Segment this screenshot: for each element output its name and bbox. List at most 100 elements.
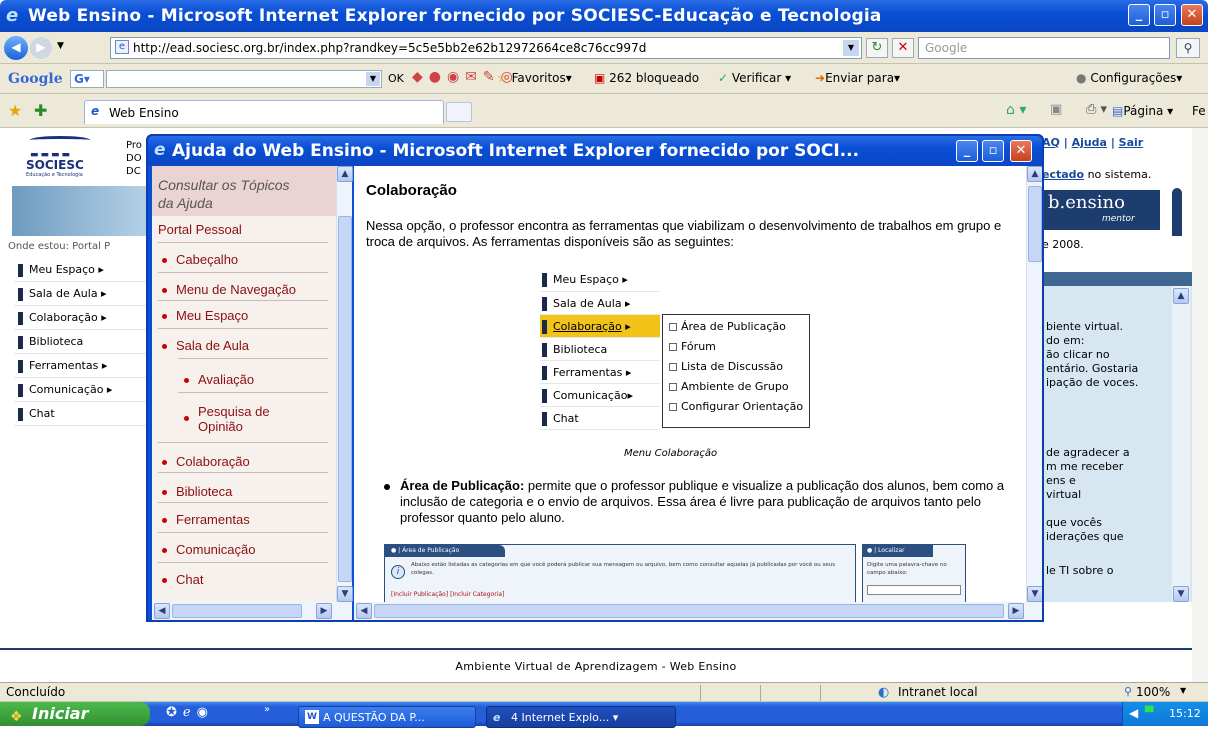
content-hscroll-thumb[interactable] — [374, 604, 1004, 618]
ajuda-link[interactable]: Ajuda — [1072, 136, 1107, 149]
toc-item[interactable]: Biblioteca — [162, 484, 232, 499]
right-panel-scrollbar[interactable] — [1172, 286, 1190, 602]
network-icon[interactable]: ▀ — [1145, 706, 1153, 719]
ie-icon: e — [6, 5, 19, 26]
toc-header[interactable]: Consultar os Tópicos da Ajuda — [158, 176, 298, 212]
toc-separator — [158, 472, 328, 473]
left-nav-item[interactable]: Meu Espaço ▸ — [14, 258, 152, 282]
toc-item[interactable]: Menu de Navegação — [162, 282, 296, 297]
toc-separator — [158, 442, 328, 443]
content-scroll-up[interactable]: ▲ — [1027, 166, 1042, 182]
content-scroll-left[interactable]: ◀ — [356, 603, 372, 619]
outer-scrollbar[interactable] — [1192, 128, 1208, 682]
toc-horizontal-scrollbar[interactable]: ◀ ▶ — [152, 602, 352, 620]
minimize-button[interactable]: _ — [1128, 4, 1150, 26]
print-icon[interactable]: ⎙ ▾ — [1086, 102, 1107, 117]
faq-link[interactable]: AQ — [1042, 136, 1060, 149]
new-tab-button[interactable] — [446, 102, 472, 122]
toc-portal[interactable]: Portal Pessoal — [158, 222, 242, 237]
zoom-level[interactable]: 100% — [1136, 685, 1170, 699]
demo-submenu-item: Fórum — [663, 337, 809, 357]
back-button[interactable]: ◀ — [4, 36, 28, 60]
bullet-text: Área de Publicação: permite que o profes… — [400, 478, 1010, 526]
refresh-icon[interactable]: ↻ — [866, 38, 888, 58]
google-search-box[interactable]: ▼ — [106, 70, 382, 88]
google-logo: Google — [8, 71, 63, 87]
ok-button[interactable]: OK — [388, 72, 404, 85]
quick-launch-more[interactable]: » — [264, 704, 270, 715]
left-nav-item[interactable]: Ferramentas ▸ — [14, 354, 152, 378]
toc-scroll-up[interactable]: ▲ — [337, 166, 353, 182]
status-divider — [760, 685, 761, 701]
ferramentas-menu[interactable]: Ferramentas — [1192, 104, 1206, 118]
left-nav-item[interactable]: Sala de Aula ▸ — [14, 282, 152, 306]
toc-item[interactable]: Comunicação — [162, 542, 256, 557]
toc-item[interactable]: Chat — [162, 572, 203, 587]
close-button[interactable]: ✕ — [1181, 4, 1203, 26]
toc-item[interactable]: Sala de Aula — [162, 338, 249, 353]
popup-blocked-button[interactable]: ▣ 262 bloqueado — [594, 71, 699, 85]
google-search-dropdown-icon[interactable]: ▼ — [366, 72, 380, 86]
header-cut-2: DO — [126, 153, 142, 164]
search-field[interactable]: Google — [918, 37, 1170, 59]
left-nav-item[interactable]: Comunicação ▸ — [14, 378, 152, 402]
left-nav-item[interactable]: Colaboração ▸ — [14, 306, 152, 330]
stop-icon[interactable]: ✕ — [892, 38, 914, 58]
address-field[interactable]: e http://ead.sociesc.org.br/index.php?ra… — [110, 37, 862, 59]
tab-web-ensino[interactable]: e Web Ensino — [84, 100, 444, 124]
verificar-button[interactable]: ✓ Verificar ▾ — [718, 71, 791, 85]
toc-item[interactable]: Colaboração — [162, 454, 250, 469]
favoritos-button[interactable]: ☆ Favoritos▾ — [497, 71, 572, 85]
toc-item[interactable]: Cabeçalho — [162, 252, 238, 267]
toc-item[interactable]: Meu Espaço — [162, 308, 248, 323]
toc-hscroll-thumb[interactable] — [172, 604, 302, 618]
content-scroll-down[interactable]: ▼ — [1027, 586, 1042, 602]
start-button[interactable]: ❖ Iniciar — [0, 702, 150, 726]
toc-scroll-thumb[interactable] — [338, 216, 352, 582]
toc-vertical-scrollbar[interactable]: ▲ ▼ — [336, 166, 353, 602]
left-nav-item[interactable]: Chat — [14, 402, 152, 426]
toc-scroll-left[interactable]: ◀ — [154, 603, 170, 619]
right-panel-scroll-up[interactable]: ▲ — [1173, 288, 1189, 304]
toc-item[interactable]: Ferramentas — [162, 512, 250, 527]
toc-scroll-down[interactable]: ▼ — [337, 586, 353, 602]
help-window-title: Ajuda do Web Ensino - Microsoft Internet… — [172, 141, 860, 161]
help-maximize-button[interactable]: ▫ — [982, 140, 1004, 162]
content-scroll-thumb[interactable] — [1028, 186, 1042, 262]
left-nav-item[interactable]: Biblioteca — [14, 330, 152, 354]
zoom-icon[interactable]: ⚲ — [1124, 685, 1132, 698]
history-dropdown-icon[interactable]: ▼ — [57, 41, 64, 51]
content-horizontal-scrollbar[interactable]: ◀ ▶ — [354, 602, 1042, 620]
add-favorites-icon[interactable]: ✚ — [34, 101, 47, 120]
task-internet-explorer[interactable]: e 4 Internet Explo... ▾ — [486, 706, 676, 728]
search-icon[interactable]: ⚲ — [1176, 38, 1200, 58]
help-minimize-button[interactable]: _ — [956, 140, 978, 162]
forward-button[interactable]: ▶ — [30, 37, 52, 59]
favorites-star-icon[interactable]: ★ — [8, 101, 22, 120]
demo-menu-item: Sala de Aula ▸ — [540, 292, 660, 315]
maximize-button[interactable]: ▫ — [1154, 4, 1176, 26]
connected-link[interactable]: ectado — [1042, 168, 1084, 181]
pagina-menu[interactable]: ▤Página ▾ — [1112, 104, 1173, 118]
right-panel-scroll-down[interactable]: ▼ — [1173, 586, 1189, 602]
content-scroll-right[interactable]: ▶ — [1008, 603, 1024, 619]
configuracoes-button[interactable]: ● Configurações▾ — [1076, 71, 1182, 85]
google-g-button[interactable]: G▾ — [70, 70, 104, 88]
enviar-para-button[interactable]: ➜Enviar para▾ — [815, 71, 900, 85]
tray-icon[interactable]: ◀ — [1129, 706, 1138, 720]
quick-launch-icons[interactable]: ✪ℯ◉ — [166, 705, 214, 720]
toc-subitem[interactable]: Avaliação — [184, 372, 254, 387]
demo-menu-item: Chat — [540, 407, 660, 430]
address-dropdown-icon[interactable]: ▼ — [843, 40, 859, 56]
tab-toolbar: ★ ✚ e Web Ensino ⌂ ▾ ▣ ⎙ ▾ ▤Página ▾ Fer… — [0, 94, 1208, 128]
toc-scroll-right[interactable]: ▶ — [316, 603, 332, 619]
content-vertical-scrollbar[interactable]: ▲ ▼ — [1026, 166, 1042, 602]
feeds-icon[interactable]: ▣ — [1050, 102, 1062, 117]
task-word[interactable]: W A QUESTÃO DA P... — [298, 706, 476, 728]
home-icon[interactable]: ⌂ ▾ — [1006, 102, 1026, 118]
demo-menu-item: Comunicação▸ — [540, 384, 660, 407]
sair-link[interactable]: Sair — [1119, 136, 1144, 149]
toc-subitem[interactable]: Pesquisa de Opinião — [184, 404, 314, 434]
zoom-dropdown-icon[interactable]: ▼ — [1180, 686, 1186, 695]
help-close-button[interactable]: ✕ — [1010, 140, 1032, 162]
